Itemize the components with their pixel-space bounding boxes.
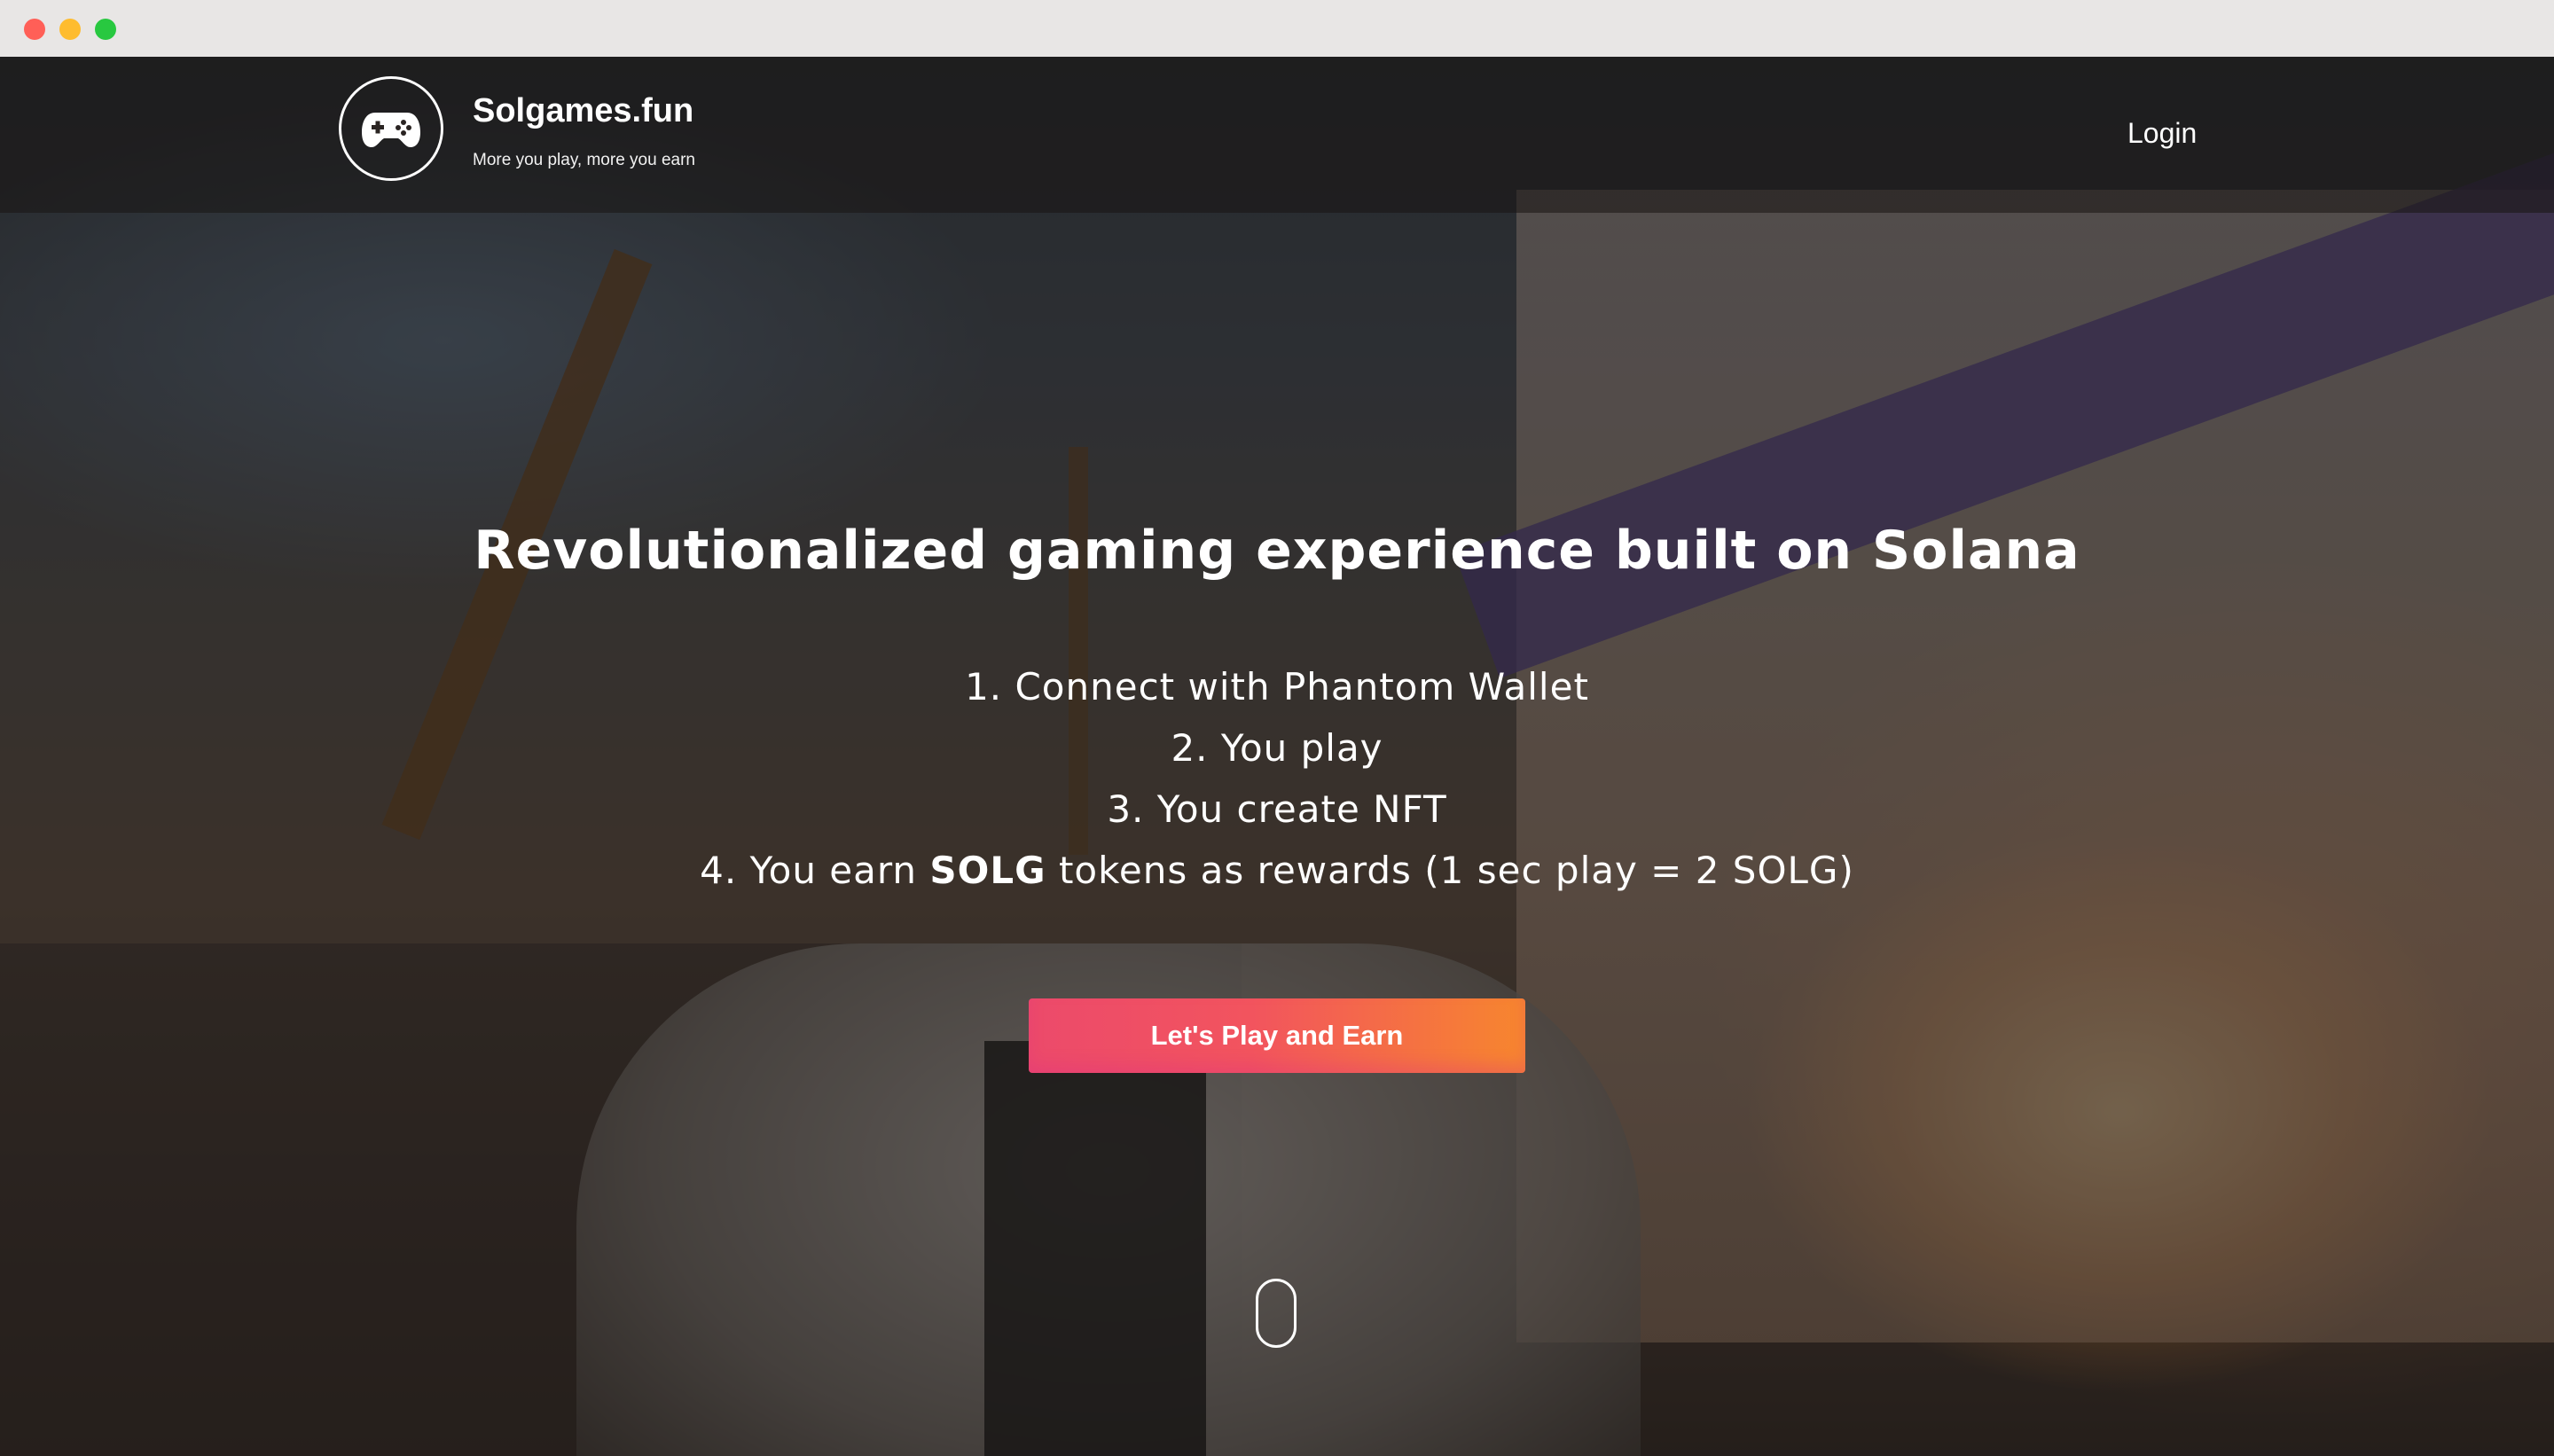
brand-logo[interactable] bbox=[339, 76, 443, 181]
token-name: SOLG bbox=[929, 849, 1046, 892]
minimize-window-button[interactable] bbox=[59, 19, 81, 40]
gamepad-icon bbox=[362, 113, 420, 147]
play-and-earn-button[interactable]: Let's Play and Earn bbox=[1029, 998, 1525, 1073]
brand-tagline: More you play, more you earn bbox=[473, 151, 695, 169]
steps-list: 1. Connect with Phantom Wallet 2. You pl… bbox=[0, 656, 2554, 901]
login-link[interactable]: Login bbox=[2127, 117, 2197, 150]
mouse-scroll-icon[interactable] bbox=[1256, 1279, 1297, 1348]
brand-name[interactable]: Solgames.fun bbox=[473, 92, 693, 130]
close-window-button[interactable] bbox=[24, 19, 45, 40]
browser-window: Solgames.fun More you play, more you ear… bbox=[0, 0, 2554, 1456]
window-titlebar bbox=[0, 0, 2554, 57]
step-item: 4. You earn SOLG tokens as rewards (1 se… bbox=[0, 840, 2554, 901]
step-4-prefix: 4. You earn bbox=[700, 849, 930, 892]
hero-headline: Revolutionalized gaming experience built… bbox=[474, 520, 2080, 582]
step-item: 1. Connect with Phantom Wallet bbox=[965, 665, 1589, 708]
step-4-suffix: tokens as rewards (1 sec play = 2 SOLG) bbox=[1046, 849, 1854, 892]
step-item: 2. You play bbox=[1171, 726, 1383, 770]
maximize-window-button[interactable] bbox=[95, 19, 116, 40]
step-item: 3. You create NFT bbox=[1107, 787, 1447, 831]
